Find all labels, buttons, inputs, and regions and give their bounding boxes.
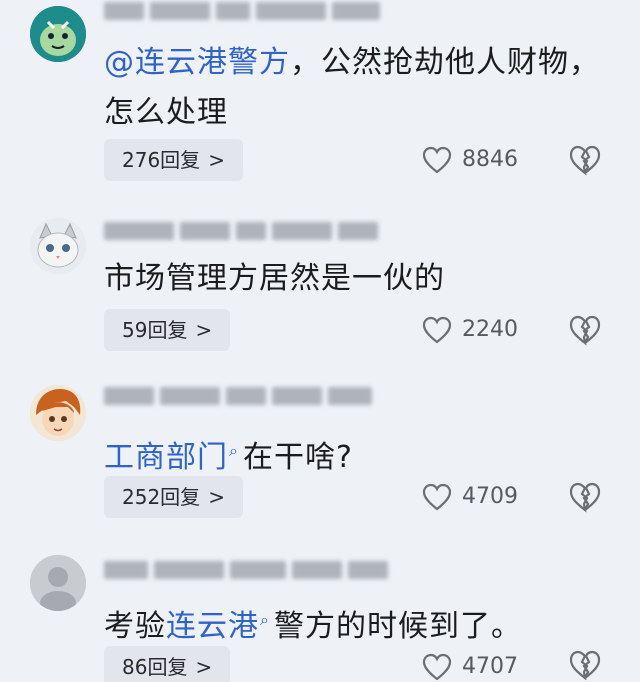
chevron-right-icon: > <box>208 148 225 172</box>
replies-button[interactable]: 59回复 > <box>104 309 231 351</box>
replies-button[interactable]: 252回复 > <box>104 476 243 518</box>
comment-text-content: 在干啥? <box>242 440 353 475</box>
replies-button[interactable]: 86回复 > <box>104 646 231 682</box>
chevron-right-icon: > <box>208 485 225 509</box>
avatar[interactable] <box>30 218 86 274</box>
broken-heart-icon[interactable] <box>568 313 602 347</box>
mention-link[interactable]: @连云港警方 <box>104 45 290 80</box>
comment-item: 考验连云港⌕ 警方的时候到了。 86回复 > 4707 <box>0 551 640 682</box>
like-count: 4709 <box>462 484 518 509</box>
comment-item: 市场管理方居然是一伙的 59回复 > 2240 <box>0 212 640 362</box>
heart-outline-icon <box>422 146 452 174</box>
like-count: 2240 <box>462 317 518 342</box>
like-button[interactable]: 4707 <box>422 647 518 682</box>
avatar[interactable] <box>30 385 86 441</box>
like-count: 8846 <box>462 147 518 172</box>
mention-link[interactable]: 工商部门 <box>104 440 228 475</box>
comment-item: 工商部门⌕ 在干啥? 252回复 > 4709 <box>0 381 640 531</box>
like-button[interactable]: 8846 <box>422 140 518 180</box>
broken-heart-icon[interactable] <box>568 480 602 514</box>
comment-text: @连云港警方，公然抢劫他人财物，怎么处理 <box>104 38 604 138</box>
comment-text: 工商部门⌕ 在干啥? <box>104 426 604 483</box>
comment-prefix: 考验 <box>104 609 166 644</box>
mention-link[interactable]: 连云港 <box>166 609 259 644</box>
username-blurred[interactable] <box>104 385 424 413</box>
search-icon[interactable]: ⌕ <box>229 441 239 460</box>
search-icon[interactable]: ⌕ <box>260 610 270 629</box>
like-count: 4707 <box>462 654 518 679</box>
avatar[interactable] <box>30 555 86 611</box>
broken-heart-icon[interactable] <box>568 143 602 177</box>
comment-item: @连云港警方，公然抢劫他人财物，怎么处理 276回复 > 8846 <box>0 0 640 190</box>
comment-text: 市场管理方居然是一伙的 <box>104 254 604 304</box>
heart-outline-icon <box>422 483 452 511</box>
like-button[interactable]: 2240 <box>422 310 518 350</box>
chevron-right-icon: > <box>195 655 213 679</box>
replies-label: 276回复 <box>122 148 201 172</box>
replies-label: 86回复 <box>122 655 188 679</box>
comment-text-content: 市场管理方居然是一伙的 <box>104 261 445 296</box>
comment-text: 考验连云港⌕ 警方的时候到了。 <box>104 595 604 652</box>
avatar[interactable] <box>30 6 86 62</box>
like-button[interactable]: 4709 <box>422 477 518 517</box>
comment-feed: @连云港警方，公然抢劫他人财物，怎么处理 276回复 > 8846 市场管理方居然… <box>0 0 640 682</box>
broken-heart-icon[interactable] <box>568 648 602 682</box>
username-blurred[interactable] <box>104 0 424 28</box>
chevron-right-icon: > <box>195 318 213 342</box>
username-blurred[interactable] <box>104 220 424 248</box>
username-blurred[interactable] <box>104 559 424 587</box>
replies-label: 252回复 <box>122 485 201 509</box>
heart-outline-icon <box>422 653 452 681</box>
replies-button[interactable]: 276回复 > <box>104 139 243 181</box>
heart-outline-icon <box>422 316 452 344</box>
replies-label: 59回复 <box>122 318 188 342</box>
comment-text-content: 警方的时候到了。 <box>273 609 522 644</box>
